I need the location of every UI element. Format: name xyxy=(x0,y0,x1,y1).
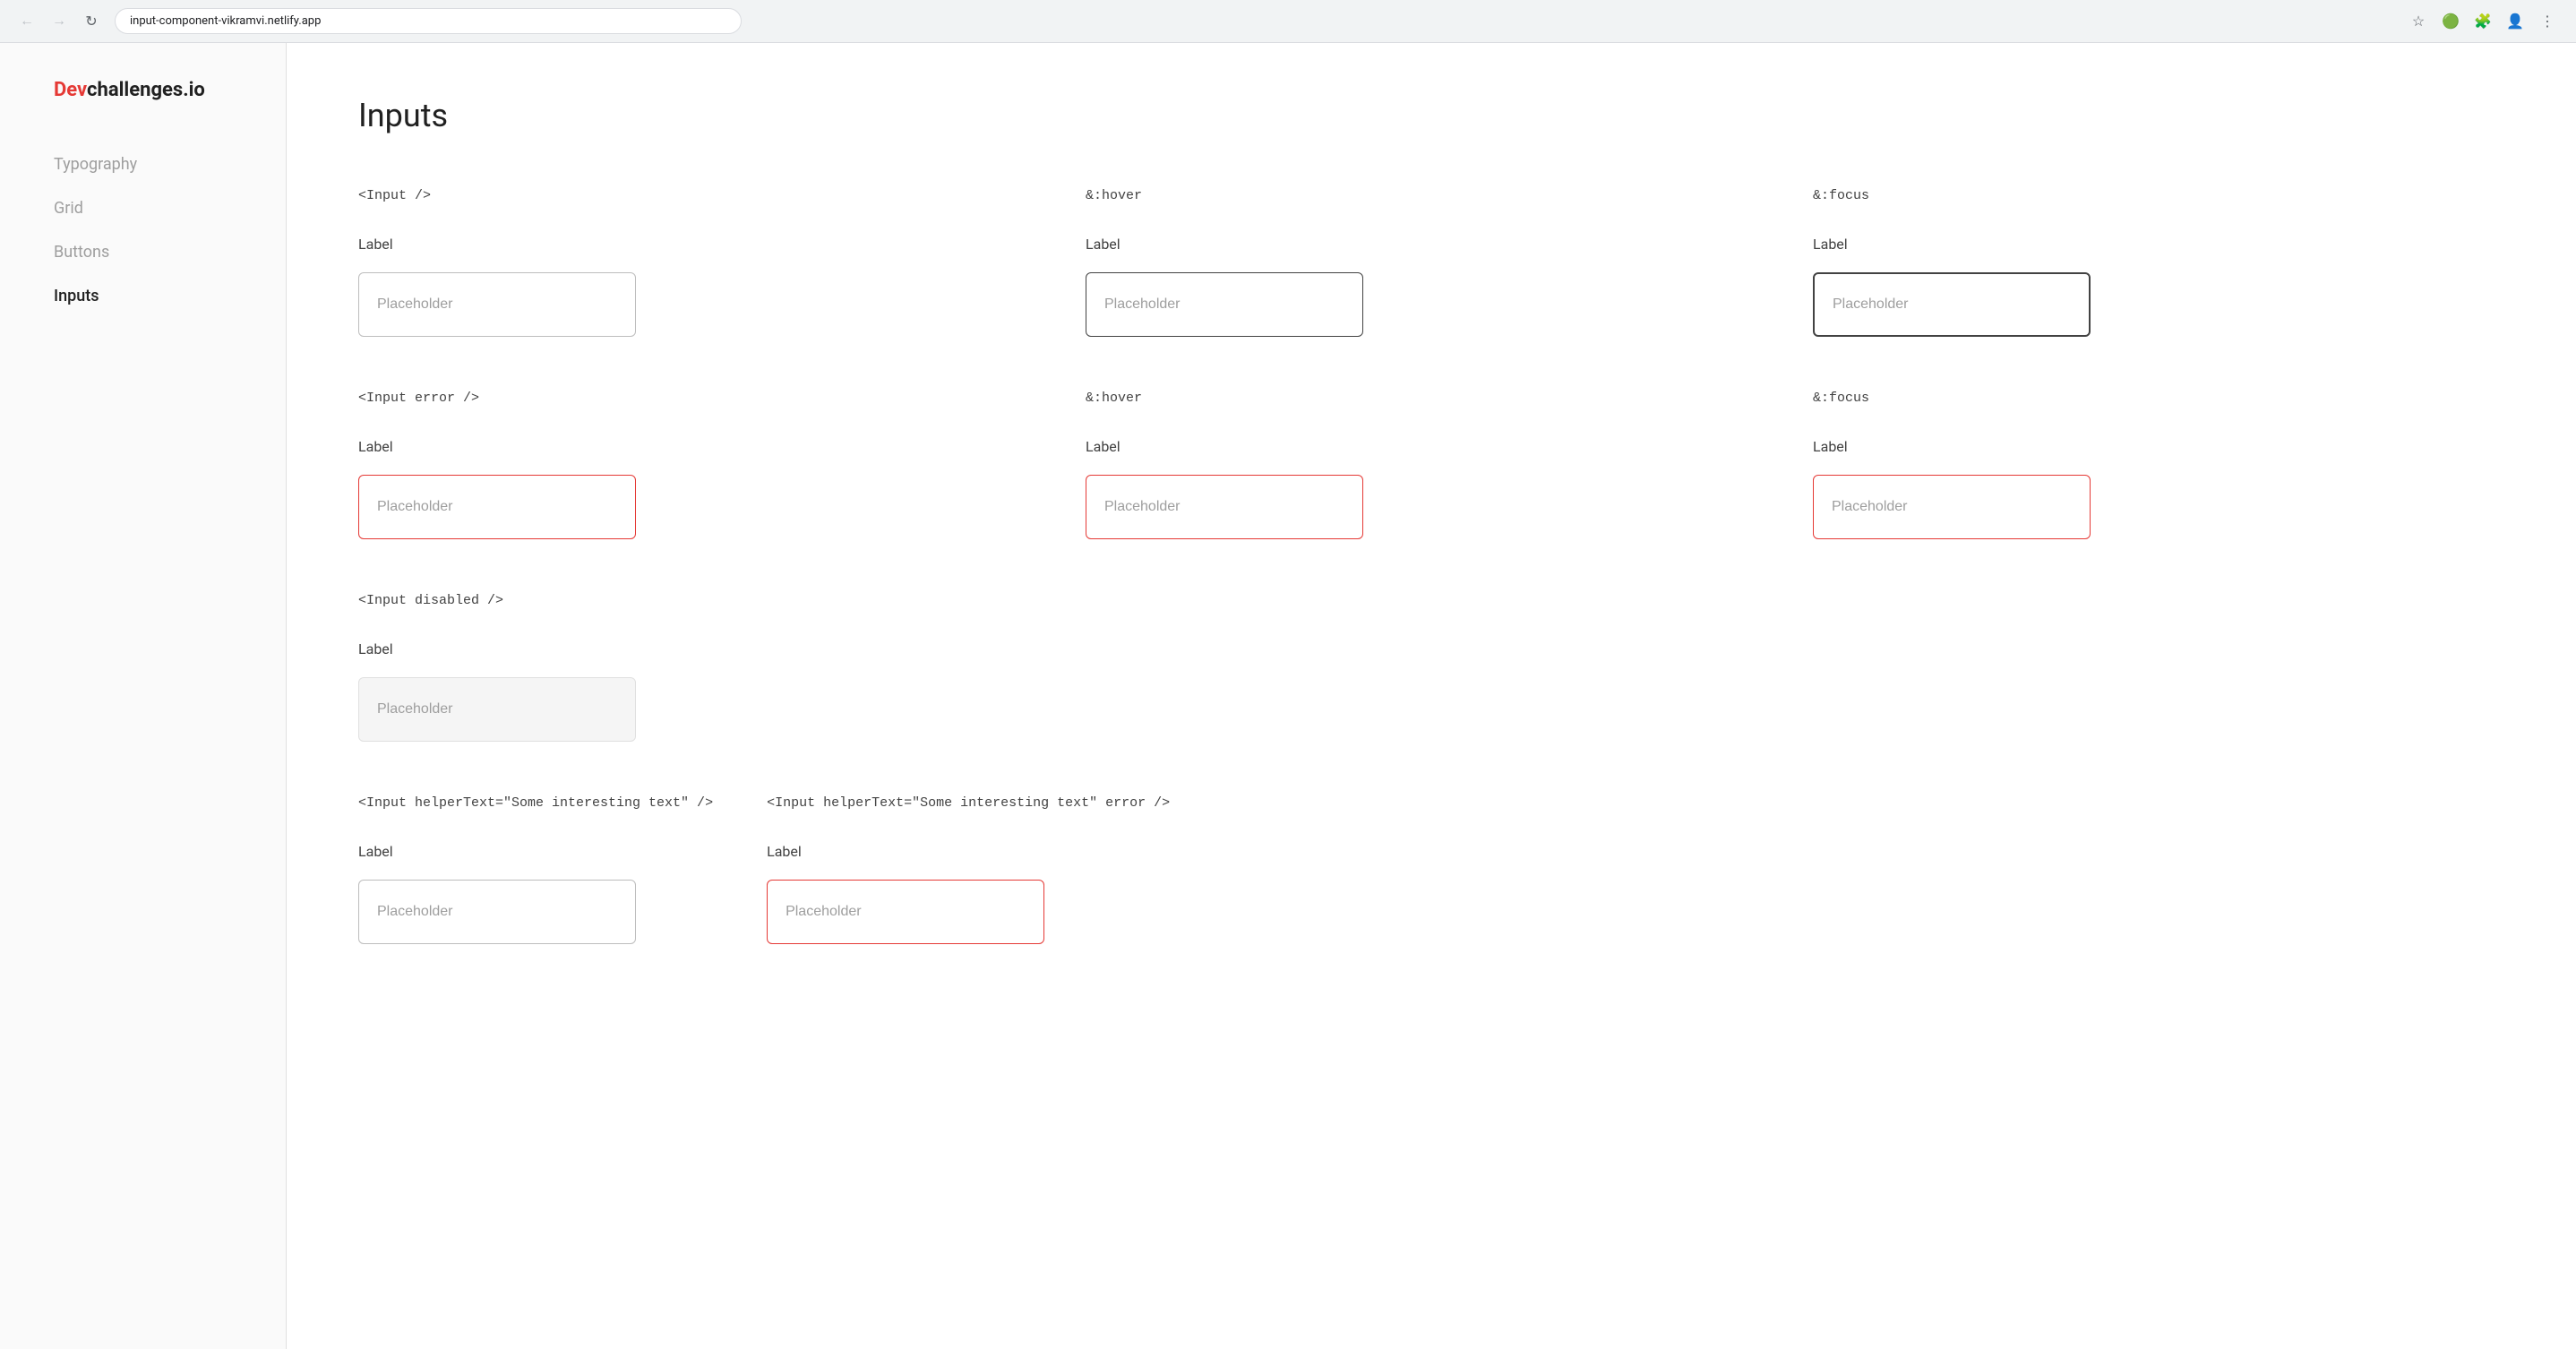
error-label: Label xyxy=(358,438,1050,455)
normal-focus-label: Label xyxy=(1813,236,2504,253)
error-focus-label: Label xyxy=(1813,438,2504,455)
error-hover-input[interactable] xyxy=(1086,475,1363,539)
helper-input[interactable] xyxy=(358,880,636,944)
menu-button[interactable]: ⋮ xyxy=(2533,7,2562,36)
logo[interactable]: Devchallenges.io xyxy=(54,79,232,101)
error-default-column: <Input error /> Label xyxy=(358,391,1050,539)
helper-tag: <Input helperText="Some interesting text… xyxy=(358,795,713,811)
browser-actions: ☆ 🟢 🧩 👤 ⋮ xyxy=(2404,7,2562,36)
normal-focus-tag: &:focus xyxy=(1813,188,2504,203)
disabled-column: <Input disabled /> Label xyxy=(358,593,663,742)
normal-focus-column: &:focus Label xyxy=(1813,188,2504,337)
sidebar-item-typography[interactable]: Typography xyxy=(54,155,232,174)
nav-list: Typography Grid Buttons Inputs xyxy=(54,155,232,305)
disabled-input xyxy=(358,677,636,742)
error-input[interactable] xyxy=(358,475,636,539)
normal-focus-input[interactable] xyxy=(1813,272,2091,337)
helper-input-section: <Input helperText="Some interesting text… xyxy=(358,795,2504,944)
error-hover-label: Label xyxy=(1086,438,1777,455)
page-title: Inputs xyxy=(358,97,2504,134)
error-hover-column: &:hover Label xyxy=(1086,391,1777,539)
normal-hover-label: Label xyxy=(1086,236,1777,253)
helper-error-tag: <Input helperText="Some interesting text… xyxy=(767,795,1170,811)
normal-hover-tag: &:hover xyxy=(1086,188,1777,203)
extension-button-1[interactable]: 🟢 xyxy=(2436,7,2465,36)
normal-label: Label xyxy=(358,236,1050,253)
sidebar: Devchallenges.io Typography Grid Buttons… xyxy=(0,43,287,1349)
main-content: Inputs <Input /> Label &:hover Label &:f… xyxy=(287,43,2576,1349)
normal-default-column: <Input /> Label xyxy=(358,188,1050,337)
address-bar[interactable]: input-component-vikramvi.netlify.app xyxy=(115,8,742,34)
error-focus-input[interactable] xyxy=(1813,475,2091,539)
disabled-tag: <Input disabled /> xyxy=(358,593,663,608)
back-button[interactable]: ← xyxy=(14,9,39,34)
error-focus-tag: &:focus xyxy=(1813,391,2504,406)
normal-input[interactable] xyxy=(358,272,636,337)
app-container: Devchallenges.io Typography Grid Buttons… xyxy=(0,43,2576,1349)
normal-input-section: <Input /> Label &:hover Label &:focus La… xyxy=(358,188,2504,337)
extension-button-2[interactable]: 🧩 xyxy=(2469,7,2497,36)
forward-button[interactable]: → xyxy=(47,9,72,34)
extension-button-3[interactable]: 👤 xyxy=(2501,7,2529,36)
error-focus-column: &:focus Label xyxy=(1813,391,2504,539)
browser-chrome: ← → ↻ input-component-vikramvi.netlify.a… xyxy=(0,0,2576,43)
disabled-label: Label xyxy=(358,640,663,657)
star-button[interactable]: ☆ xyxy=(2404,7,2433,36)
helper-normal-column: <Input helperText="Some interesting text… xyxy=(358,795,713,944)
disabled-input-section: <Input disabled /> Label xyxy=(358,593,2504,742)
error-hover-tag: &:hover xyxy=(1086,391,1777,406)
normal-hover-input[interactable] xyxy=(1086,272,1363,337)
helper-error-input[interactable] xyxy=(767,880,1044,944)
reload-button[interactable]: ↻ xyxy=(79,9,104,34)
sidebar-item-inputs[interactable]: Inputs xyxy=(54,287,232,305)
helper-label: Label xyxy=(358,843,713,860)
logo-dev: Dev xyxy=(54,79,87,101)
sidebar-item-buttons[interactable]: Buttons xyxy=(54,243,232,262)
normal-tag: <Input /> xyxy=(358,188,1050,203)
logo-rest: challenges.io xyxy=(87,79,205,101)
browser-nav-buttons: ← → ↻ xyxy=(14,9,104,34)
error-tag: <Input error /> xyxy=(358,391,1050,406)
sidebar-item-grid[interactable]: Grid xyxy=(54,199,232,218)
normal-hover-column: &:hover Label xyxy=(1086,188,1777,337)
error-input-section: <Input error /> Label &:hover Label &:fo… xyxy=(358,391,2504,539)
helper-error-column: <Input helperText="Some interesting text… xyxy=(767,795,1170,944)
url-text: input-component-vikramvi.netlify.app xyxy=(130,14,726,28)
helper-error-label: Label xyxy=(767,843,1170,860)
